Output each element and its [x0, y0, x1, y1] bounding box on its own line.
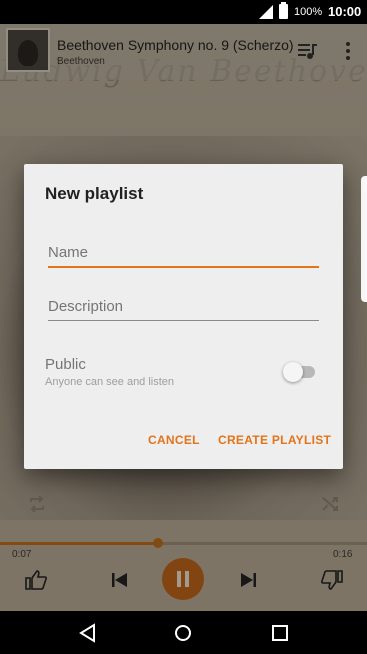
home-icon[interactable]: [173, 623, 193, 643]
recents-icon[interactable]: [270, 623, 290, 643]
back-icon[interactable]: [78, 623, 98, 643]
description-field-container: [48, 295, 319, 321]
description-underline: [48, 320, 319, 321]
battery-percent: 100%: [294, 6, 323, 18]
public-sublabel: Anyone can see and listen: [45, 376, 175, 388]
battery-icon: [279, 2, 288, 19]
public-label: Public: [45, 356, 86, 373]
public-toggle[interactable]: [283, 362, 317, 382]
clock: 10:00: [328, 4, 362, 19]
navigation-bar: [0, 611, 367, 654]
toggle-thumb: [283, 362, 303, 382]
signal-icon: [259, 5, 273, 19]
new-playlist-dialog: New playlist Public Anyone can see and l…: [24, 164, 343, 469]
dialog-title: New playlist: [45, 184, 144, 203]
cancel-button[interactable]: CANCEL: [148, 433, 200, 447]
status-bar-foreground: 100% 10:00: [0, 0, 367, 24]
name-underline: [48, 266, 319, 268]
name-field-container: [48, 241, 319, 268]
edge-panel-handle[interactable]: [361, 176, 367, 302]
create-playlist-button[interactable]: CREATE PLAYLIST: [218, 433, 331, 447]
playlist-name-input[interactable]: [48, 241, 319, 263]
playlist-description-input[interactable]: [48, 295, 319, 317]
